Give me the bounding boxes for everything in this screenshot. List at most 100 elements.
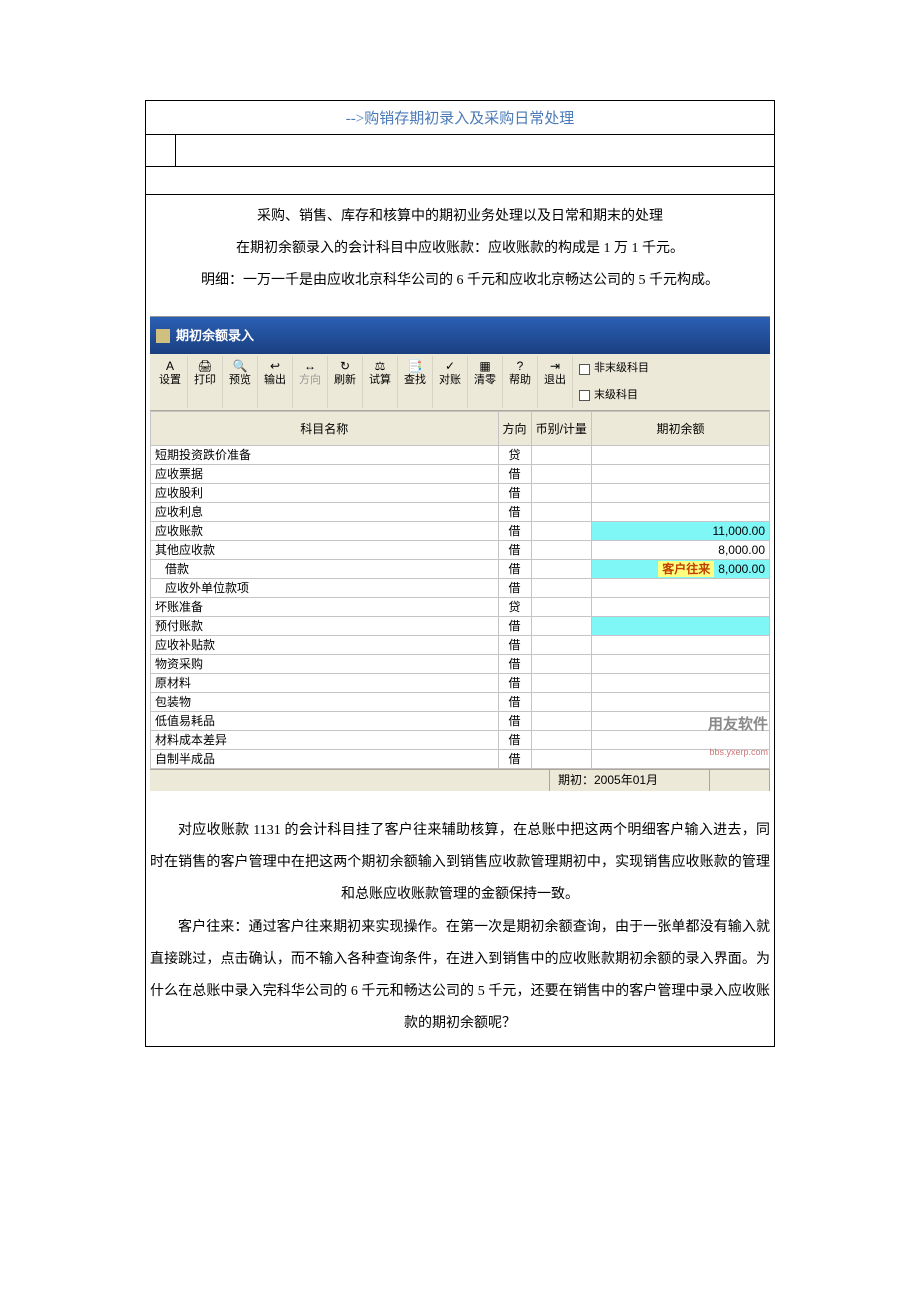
- 预览-button[interactable]: 🔍预览: [223, 356, 258, 408]
- toolbar-btn-label: 退出: [544, 374, 566, 386]
- cell-account-name: 应收股利: [151, 484, 499, 503]
- 帮助-button[interactable]: ?帮助: [503, 356, 538, 408]
- cell-currency: [531, 712, 591, 731]
- cell-opening-balance[interactable]: [591, 579, 769, 598]
- toolbar-btn-label: 方向: [299, 374, 321, 386]
- cell-currency: [531, 617, 591, 636]
- level-filter-checks: 非末级科目末级科目: [573, 356, 655, 408]
- cell-account-name: 应收外单位款项: [151, 579, 499, 598]
- 设置-icon: A: [161, 358, 179, 374]
- cell-direction: 借: [498, 617, 531, 636]
- cell-account-name: 应收补贴款: [151, 636, 499, 655]
- col-header-balance[interactable]: 期初余额: [591, 412, 769, 446]
- checkbox-icon: [579, 390, 590, 401]
- check-非末级科目[interactable]: 非末级科目: [579, 356, 649, 381]
- cell-opening-balance[interactable]: [591, 503, 769, 522]
- window-title-text: 期初余额录入: [176, 321, 254, 351]
- cell-opening-balance[interactable]: [591, 446, 769, 465]
- 对账-icon: ✓: [441, 358, 459, 374]
- toolbar-btn-label: 打印: [194, 374, 216, 386]
- 设置-button[interactable]: A设置: [153, 356, 188, 408]
- app-screenshot: 期初余额录入 A设置🖨打印🔍预览↩输出↔方向↻刷新⚖试算📑查找✓对账▦清零?帮助…: [150, 316, 770, 791]
- table-row[interactable]: 应收利息借: [151, 503, 770, 522]
- table-row[interactable]: 包装物借: [151, 693, 770, 712]
- watermark-brand: 用友软件: [708, 708, 768, 743]
- 帮助-icon: ?: [511, 358, 529, 374]
- cell-direction: 借: [498, 674, 531, 693]
- table-row[interactable]: 低值易耗品借: [151, 712, 770, 731]
- cell-direction: 借: [498, 750, 531, 769]
- table-row[interactable]: 应收股利借: [151, 484, 770, 503]
- cell-opening-balance[interactable]: 11,000.00: [591, 522, 769, 541]
- 试算-button[interactable]: ⚖试算: [363, 356, 398, 408]
- cell-account-name: 材料成本差异: [151, 731, 499, 750]
- table-row[interactable]: 应收票据借: [151, 465, 770, 484]
- cell-account-name: 物资采购: [151, 655, 499, 674]
- cell-account-name: 包装物: [151, 693, 499, 712]
- 输出-button[interactable]: ↩输出: [258, 356, 293, 408]
- statusbar: 期初：2005年01月: [150, 769, 770, 791]
- cell-direction: 借: [498, 541, 531, 560]
- table-row[interactable]: 其他应收款借 8,000.00: [151, 541, 770, 560]
- col-header-dir[interactable]: 方向: [498, 412, 531, 446]
- toolbar-btn-label: 刷新: [334, 374, 356, 386]
- cell-opening-balance[interactable]: [591, 598, 769, 617]
- explanation-block: 对应收账款 1131 的会计科目挂了客户往来辅助核算，在总账中把这两个明细客户输…: [150, 815, 770, 1040]
- 打印-button[interactable]: 🖨打印: [188, 356, 223, 408]
- table-row[interactable]: 借款借客户往来8,000.00: [151, 560, 770, 579]
- table-row[interactable]: 材料成本差异借: [151, 731, 770, 750]
- explain-p1: 对应收账款 1131 的会计科目挂了客户往来辅助核算，在总账中把这两个明细客户输…: [150, 815, 770, 912]
- table-row[interactable]: 物资采购借: [151, 655, 770, 674]
- table-row[interactable]: 应收外单位款项借: [151, 579, 770, 598]
- empty-cell: [176, 135, 775, 167]
- cell-opening-balance[interactable]: [591, 674, 769, 693]
- table-row[interactable]: 坏账准备贷: [151, 598, 770, 617]
- cell-account-name: 自制半成品: [151, 750, 499, 769]
- cell-opening-balance[interactable]: [591, 484, 769, 503]
- cell-opening-balance[interactable]: [591, 617, 769, 636]
- 清零-button[interactable]: ▦清零: [468, 356, 503, 408]
- cell-opening-balance[interactable]: [591, 636, 769, 655]
- cell-opening-balance[interactable]: [591, 655, 769, 674]
- table-row[interactable]: 短期投资跌价准备贷: [151, 446, 770, 465]
- toolbar-btn-label: 对账: [439, 374, 461, 386]
- check-末级科目[interactable]: 末级科目: [579, 383, 649, 408]
- doc-title: -->购销存期初录入及采购日常处理: [146, 101, 775, 135]
- cell-direction: 借: [498, 655, 531, 674]
- col-header-name[interactable]: 科目名称: [151, 412, 499, 446]
- watermark: 用友软件 bbs.yxerp.com: [708, 708, 768, 763]
- cell-direction: 借: [498, 522, 531, 541]
- table-row[interactable]: 预付账款借: [151, 617, 770, 636]
- checkbox-icon: [579, 364, 590, 375]
- customer-badge: 客户往来: [658, 561, 714, 577]
- col-header-currency[interactable]: 币别/计量: [531, 412, 591, 446]
- 对账-button[interactable]: ✓对账: [433, 356, 468, 408]
- cell-account-name: 其他应收款: [151, 541, 499, 560]
- 方向-button[interactable]: ↔方向: [293, 356, 328, 408]
- toolbar-btn-label: 查找: [404, 374, 426, 386]
- cell-direction: 借: [498, 636, 531, 655]
- cell-currency: [531, 693, 591, 712]
- cell-direction: 借: [498, 579, 531, 598]
- balance-value: 8,000.00: [718, 562, 765, 576]
- table-row[interactable]: 自制半成品借: [151, 750, 770, 769]
- cell-opening-balance[interactable]: 8,000.00: [591, 541, 769, 560]
- 刷新-button[interactable]: ↻刷新: [328, 356, 363, 408]
- cell-direction: 借: [498, 484, 531, 503]
- table-row[interactable]: 原材料借: [151, 674, 770, 693]
- table-row[interactable]: 应收补贴款借: [151, 636, 770, 655]
- 退出-button[interactable]: ⇥退出: [538, 356, 573, 408]
- document-table: -->购销存期初录入及采购日常处理 采购、销售、库存和核算中的期初业务处理以及日…: [145, 100, 775, 1047]
- 查找-button[interactable]: 📑查找: [398, 356, 433, 408]
- table-row[interactable]: 应收账款借 11,000.00: [151, 522, 770, 541]
- statusbar-period: 期初：2005年01月: [550, 770, 710, 791]
- cell-opening-balance[interactable]: [591, 465, 769, 484]
- cell-direction: 借: [498, 560, 531, 579]
- intro-p2: 在期初余额录入的会计科目中应收账款：应收账款的构成是 1 万 1 千元。: [150, 233, 770, 265]
- watermark-url: bbs.yxerp.com: [708, 742, 768, 763]
- cell-currency: [531, 465, 591, 484]
- cell-account-name: 应收账款: [151, 522, 499, 541]
- 输出-icon: ↩: [266, 358, 284, 374]
- cell-opening-balance[interactable]: 客户往来 8,000.00: [591, 560, 769, 579]
- 打印-icon: 🖨: [196, 358, 214, 374]
